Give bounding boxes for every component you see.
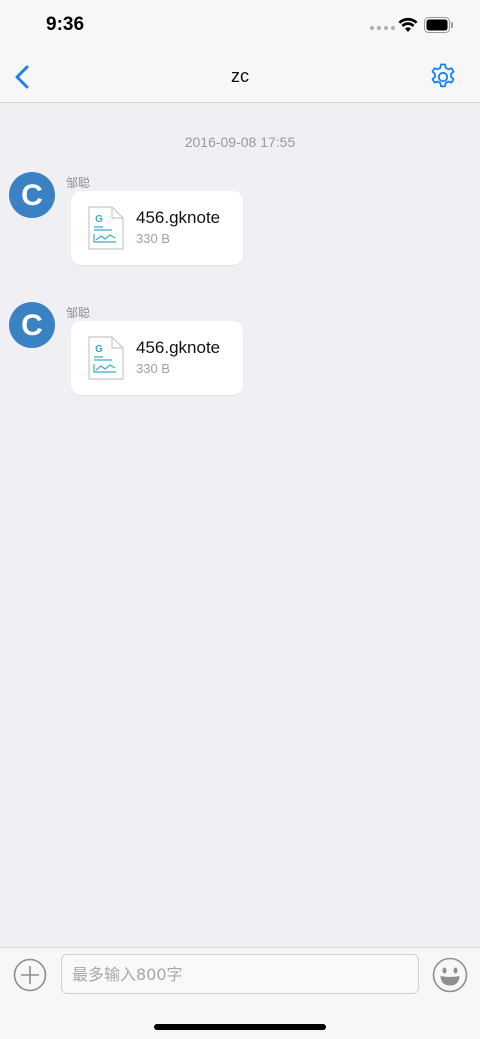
file-name: 456.gknote <box>136 208 221 227</box>
sender-name: 邹聪 <box>66 306 91 320</box>
avatar[interactable]: C <box>9 302 55 348</box>
svg-text:G: G <box>95 344 103 355</box>
avatar[interactable]: C <box>9 172 55 218</box>
file-size: 330 B <box>136 231 170 246</box>
svg-text:C: C <box>21 180 43 210</box>
file-name: 456.gknote <box>136 338 221 357</box>
navigation-bar: zc <box>0 50 480 103</box>
file-message-bubble[interactable]: G 456.gknote 330 B <box>71 321 243 395</box>
message-input-bar <box>0 947 480 1039</box>
svg-text:C: C <box>21 310 43 340</box>
status-bar: 9:36 <box>0 0 480 50</box>
wifi-icon <box>398 17 418 32</box>
avatar-letter: C <box>21 310 43 340</box>
gear-icon <box>431 63 455 88</box>
message-input[interactable] <box>61 954 419 994</box>
sender-name: 邹聪 <box>66 176 91 190</box>
battery-icon <box>424 17 453 33</box>
gknote-file-icon: G <box>88 206 124 250</box>
add-attachment-button[interactable] <box>13 958 47 992</box>
avatar-letter: C <box>21 180 43 210</box>
cellular-signal-icon <box>370 26 395 30</box>
file-message-bubble[interactable]: G 456.gknote 330 B <box>71 191 243 265</box>
chat-title: zc <box>231 66 249 86</box>
plus-icon <box>13 958 47 992</box>
gknote-file-icon: G <box>88 336 124 380</box>
home-indicator <box>154 1024 326 1030</box>
message-timestamp: 2016-09-08 17:55 <box>184 134 296 150</box>
chat-screen: 9:36 zc 2016-09-08 17:55 C 邹聪 G 456.gkno… <box>0 0 480 1039</box>
smiley-face-icon <box>432 957 468 993</box>
file-size: 330 B <box>136 361 170 376</box>
status-time: 9:36 <box>46 14 85 35</box>
settings-button[interactable] <box>428 62 458 92</box>
emoji-button[interactable] <box>432 957 468 993</box>
svg-text:G: G <box>95 214 103 225</box>
